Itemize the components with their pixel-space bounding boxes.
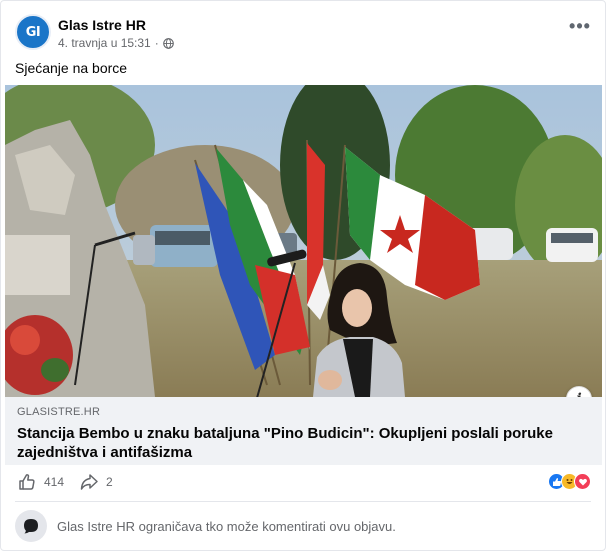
engagement-bar: 414 2 xyxy=(15,469,591,495)
like-button[interactable]: 414 xyxy=(17,472,64,492)
comment-notice: Glas Istre HR ograničava tko može koment… xyxy=(57,519,396,534)
page-name[interactable]: Glas Istre HR xyxy=(58,17,146,33)
page-avatar[interactable]: GI xyxy=(15,14,51,50)
share-count: 2 xyxy=(106,475,113,489)
link-title[interactable]: Stancija Bembo u znaku bataljuna "Pino B… xyxy=(17,424,587,462)
post-header: GI Glas Istre HR 4. travnja u 15:31 · ••… xyxy=(15,13,591,55)
comment-restriction: Glas Istre HR ograničava tko može koment… xyxy=(15,510,591,542)
like-count: 414 xyxy=(44,475,65,489)
reaction-summary[interactable] xyxy=(548,473,591,490)
meta-separator: · xyxy=(154,36,159,50)
restricted-comment-icon xyxy=(15,510,47,542)
share-arrow-icon xyxy=(80,474,98,490)
thumbs-up-icon xyxy=(19,474,35,490)
share-button[interactable]: 2 xyxy=(79,472,113,492)
link-preview[interactable]: GLASISTRE.HR Stancija Bembo u znaku bata… xyxy=(5,397,602,465)
globe-icon xyxy=(162,37,174,49)
more-options-icon[interactable]: ••• xyxy=(569,17,591,39)
love-reaction-icon xyxy=(574,473,591,490)
post-photo[interactable] xyxy=(5,85,602,397)
post-text: Sjećanje na borce xyxy=(15,60,128,76)
link-domain: GLASISTRE.HR xyxy=(17,406,101,418)
footer-divider xyxy=(15,501,591,502)
post-card: GI Glas Istre HR 4. travnja u 15:31 · ••… xyxy=(0,0,606,551)
post-timestamp[interactable]: 4. travnja u 15:31 xyxy=(58,36,151,50)
avatar-logo-text: GI xyxy=(25,24,41,40)
photo-scene xyxy=(5,85,602,397)
post-meta: 4. travnja u 15:31 · xyxy=(58,36,174,50)
